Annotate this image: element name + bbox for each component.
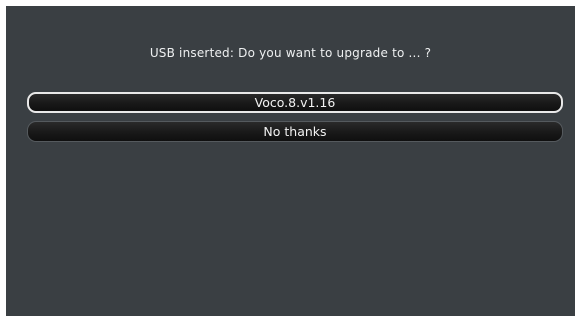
no-thanks-label: No thanks bbox=[263, 124, 327, 139]
upgrade-prompt: USB inserted: Do you want to upgrade to … bbox=[149, 46, 432, 60]
no-thanks-button[interactable]: No thanks bbox=[27, 121, 563, 142]
upgrade-version-button[interactable]: Voco.8.v1.16 bbox=[27, 92, 563, 113]
upgrade-version-label: Voco.8.v1.16 bbox=[254, 95, 336, 110]
upgrade-dialog-screen: USB inserted: Do you want to upgrade to … bbox=[6, 6, 575, 316]
